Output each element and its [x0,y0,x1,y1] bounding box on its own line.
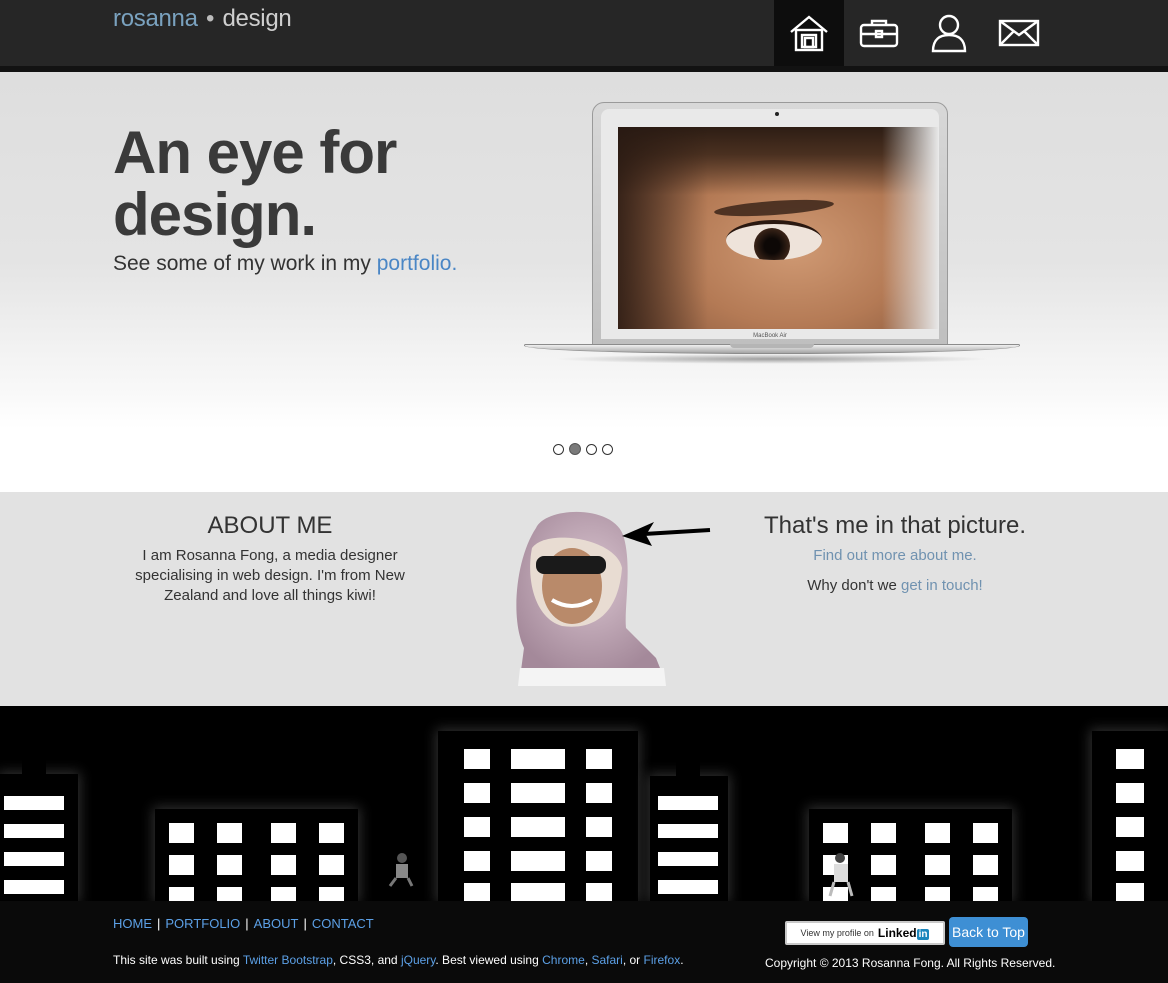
building [1092,731,1168,901]
brand-logo[interactable]: rosanna • design [113,5,292,33]
home-icon [790,15,828,52]
built-text: , or [622,953,644,967]
carousel-dot-2[interactable] [569,443,581,455]
nav-home[interactable] [774,0,844,66]
get-in-touch-line: Why don't we get in touch! [740,577,1050,594]
user-icon [931,14,967,53]
built-text: , CSS3, and [332,953,401,967]
find-out-more-link[interactable]: Find out more about me. [740,547,1050,564]
building-top [22,758,46,776]
eyebrow [713,196,835,220]
built-text: . [680,953,684,967]
iris [754,228,790,260]
footer-link-portfolio[interactable]: PORTFOLIO [165,916,240,931]
bootstrap-link[interactable]: Twitter Bootstrap [243,953,333,967]
city-skyline [0,706,1168,901]
chrome-link[interactable]: Chrome [542,953,585,967]
copyright: Copyright © 2013 Rosanna Fong. All Right… [765,956,1056,970]
about-section: ABOUT ME I am Rosanna Fong, a media desi… [0,492,1168,706]
linkedin-brand: Linked [877,926,917,940]
hero-carousel: An eye for design. See some of my work i… [0,72,1168,492]
briefcase-icon [859,19,899,48]
footer-link-about[interactable]: ABOUT [254,916,299,931]
separator: | [303,916,307,931]
hero-title: An eye for design. [113,119,397,248]
eye [726,220,822,260]
about-text: I am Rosanna Fong, a media designer spec… [135,547,405,604]
nav-about[interactable] [914,0,984,66]
laptop-notch [730,344,814,348]
separator: | [157,916,161,931]
laptop-shadow [554,354,990,364]
built-text: This site was built using [113,953,243,967]
carousel-dot-1[interactable] [553,444,564,455]
touch-prefix: Why don't we [807,577,901,594]
hero-subtitle: See some of my work in my portfolio. [113,252,457,276]
footer: HOME | PORTFOLIO | ABOUT | CONTACT This site w… [0,901,1168,983]
navbar: rosanna • design [0,0,1168,66]
arrow-icon [622,522,711,546]
footer-link-home[interactable]: HOME [113,916,152,931]
linkedin-in-icon: in [916,929,930,940]
laptop-image: MacBook Air [524,100,1020,365]
linkedin-logo: Linked in [878,926,930,940]
nav-contact[interactable] [984,0,1054,66]
back-to-top-button[interactable]: Back to Top [949,917,1028,947]
laptop-bezel: MacBook Air [601,109,939,339]
built-with-text: This site was built using Twitter Bootst… [113,953,684,967]
mail-icon [998,19,1040,47]
brand-part1: rosanna [113,5,198,32]
building [438,731,638,901]
jquery-link[interactable]: jQuery [401,953,435,967]
built-text: . Best viewed using [435,953,543,967]
brand-part2: design [222,5,292,32]
carousel-dot-4[interactable] [602,444,613,455]
portfolio-link[interactable]: portfolio. [377,252,458,275]
camera-dot [775,112,779,116]
brand-dot: • [206,5,215,32]
footer-nav: HOME | PORTFOLIO | ABOUT | CONTACT [113,916,374,931]
building [0,774,78,901]
get-in-touch-link[interactable]: get in touch! [901,577,983,594]
nav-portfolio[interactable] [844,0,914,66]
safari-link[interactable]: Safari [591,953,622,967]
hair-side [618,127,708,329]
background-wall [882,127,938,329]
linkedin-profile-button[interactable]: View my profile on Linked in [785,921,945,945]
walking-figure-icon [388,853,414,887]
building-top [676,758,700,778]
walking-figure-icon [828,853,854,897]
building [155,809,358,901]
laptop-lid: MacBook Air [592,102,948,346]
about-heading: ABOUT ME [207,512,333,539]
linkedin-prefix: View my profile on [800,928,874,938]
eye-photo [618,127,938,329]
me-heading: That's me in that picture. [763,512,1027,539]
carousel-dot-3[interactable] [586,444,597,455]
building [650,776,728,901]
hero-subtitle-text: See some of my work in my [113,252,377,275]
footer-link-contact[interactable]: CONTACT [312,916,374,931]
carousel-indicators [553,443,613,455]
separator: | [245,916,249,931]
firefox-link[interactable]: Firefox [644,953,681,967]
laptop-label: MacBook Air [753,333,787,339]
